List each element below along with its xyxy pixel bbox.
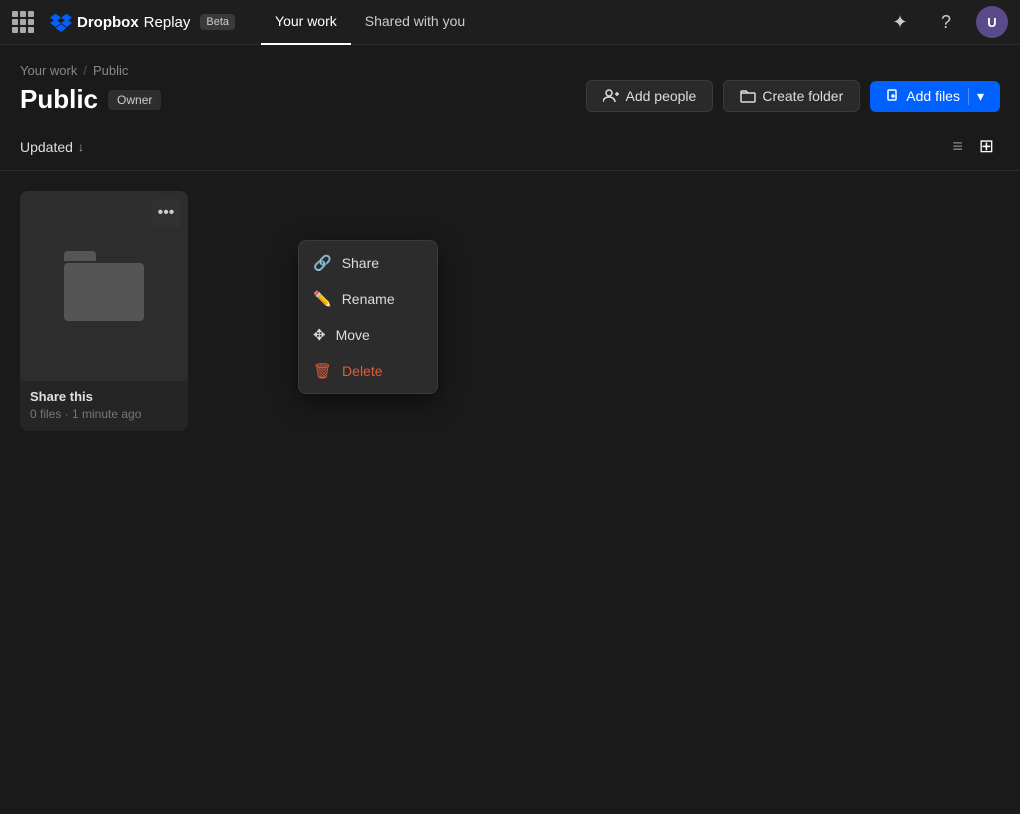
list-view-button[interactable]: ≡: [946, 133, 969, 160]
nav-link-shared[interactable]: Shared with you: [351, 0, 479, 45]
avatar[interactable]: U: [976, 6, 1008, 38]
sparkle-button[interactable]: ✦: [884, 6, 916, 38]
add-people-label: Add people: [625, 88, 696, 104]
file-card-thumbnail: •••: [20, 191, 188, 381]
create-folder-label: Create folder: [762, 88, 843, 104]
file-card-info: Share this 0 files · 1 minute ago: [20, 381, 188, 431]
context-menu-move[interactable]: ✥ Move: [299, 317, 437, 353]
move-icon: ✥: [313, 326, 326, 344]
delete-label: Delete: [342, 363, 382, 379]
context-menu-share[interactable]: 🔗 Share: [299, 245, 437, 281]
sort-arrow-icon: ↓: [78, 140, 84, 154]
page-title: Public: [20, 84, 98, 115]
sort-label: Updated: [20, 139, 73, 155]
nav-right: ✦ ? U: [884, 6, 1008, 38]
move-label: Move: [336, 327, 370, 343]
dropbox-logo-icon: [50, 11, 72, 33]
beta-badge: Beta: [200, 14, 235, 30]
view-toggles: ≡ ⊞: [946, 133, 1000, 160]
share-label: Share: [342, 255, 379, 271]
add-files-icon: [886, 89, 900, 103]
file-meta: 0 files · 1 minute ago: [30, 407, 178, 421]
top-nav: Dropbox Replay Beta Your work Shared wit…: [0, 0, 1020, 45]
context-menu-delete[interactable]: 🗑 Delete: [299, 353, 437, 389]
file-name: Share this: [30, 389, 178, 404]
context-menu: 🔗 Share ✏️ Rename ✥ Move 🗑 Delete: [298, 240, 438, 394]
nav-link-your-work[interactable]: Your work: [261, 0, 351, 45]
owner-badge: Owner: [108, 90, 161, 110]
nav-left: Dropbox Replay Beta Your work Shared wit…: [12, 0, 884, 45]
delete-icon: 🗑: [313, 362, 332, 380]
apps-icon[interactable]: [12, 11, 34, 33]
brand: Dropbox Replay Beta: [50, 11, 235, 33]
more-options-button[interactable]: •••: [152, 199, 180, 227]
file-grid: ••• Share this 0 files · 1 minute ago: [0, 171, 1020, 451]
help-button[interactable]: ?: [930, 6, 962, 38]
breadcrumb-your-work[interactable]: Your work: [20, 63, 77, 78]
nav-links: Your work Shared with you: [261, 0, 479, 45]
folder-icon-large: [64, 251, 144, 321]
add-people-icon: [603, 88, 619, 104]
create-folder-button[interactable]: Create folder: [723, 80, 860, 112]
brand-name: Dropbox: [77, 14, 139, 31]
share-icon: 🔗: [313, 254, 332, 272]
add-files-button[interactable]: Add files ▾: [870, 81, 1000, 112]
breadcrumb-public: Public: [93, 63, 128, 78]
add-files-dropdown-arrow[interactable]: ▾: [968, 88, 984, 105]
create-folder-icon: [740, 88, 756, 104]
sort-button[interactable]: Updated ↓: [20, 139, 84, 155]
breadcrumb-sep: /: [83, 63, 87, 78]
sort-bar: Updated ↓ ≡ ⊞: [0, 123, 1020, 171]
breadcrumb: Your work / Public: [20, 63, 1000, 78]
grid-view-button[interactable]: ⊞: [973, 133, 1000, 160]
brand-replay: Replay: [144, 14, 191, 31]
add-files-label: Add files: [906, 88, 960, 104]
add-people-button[interactable]: Add people: [586, 80, 713, 112]
rename-icon: ✏️: [313, 290, 332, 308]
context-menu-rename[interactable]: ✏️ Rename: [299, 281, 437, 317]
header-actions: Add people Create folder Add files ▾: [586, 80, 1000, 112]
rename-label: Rename: [342, 291, 395, 307]
brand-logo: Dropbox Replay: [50, 11, 190, 33]
file-card[interactable]: ••• Share this 0 files · 1 minute ago: [20, 191, 188, 431]
